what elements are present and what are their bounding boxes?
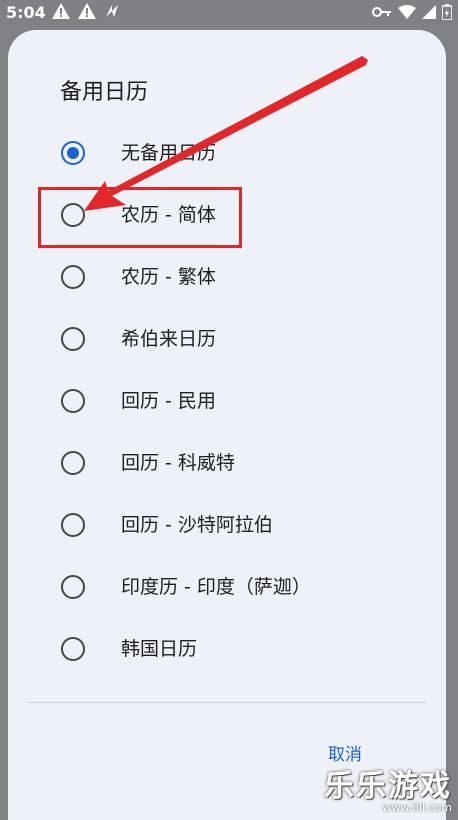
watermark: 乐乐游戏 www.6ll.com: [324, 761, 452, 814]
watermark-text: 乐乐游戏: [324, 769, 452, 804]
annotation-arrow: [84, 56, 368, 211]
